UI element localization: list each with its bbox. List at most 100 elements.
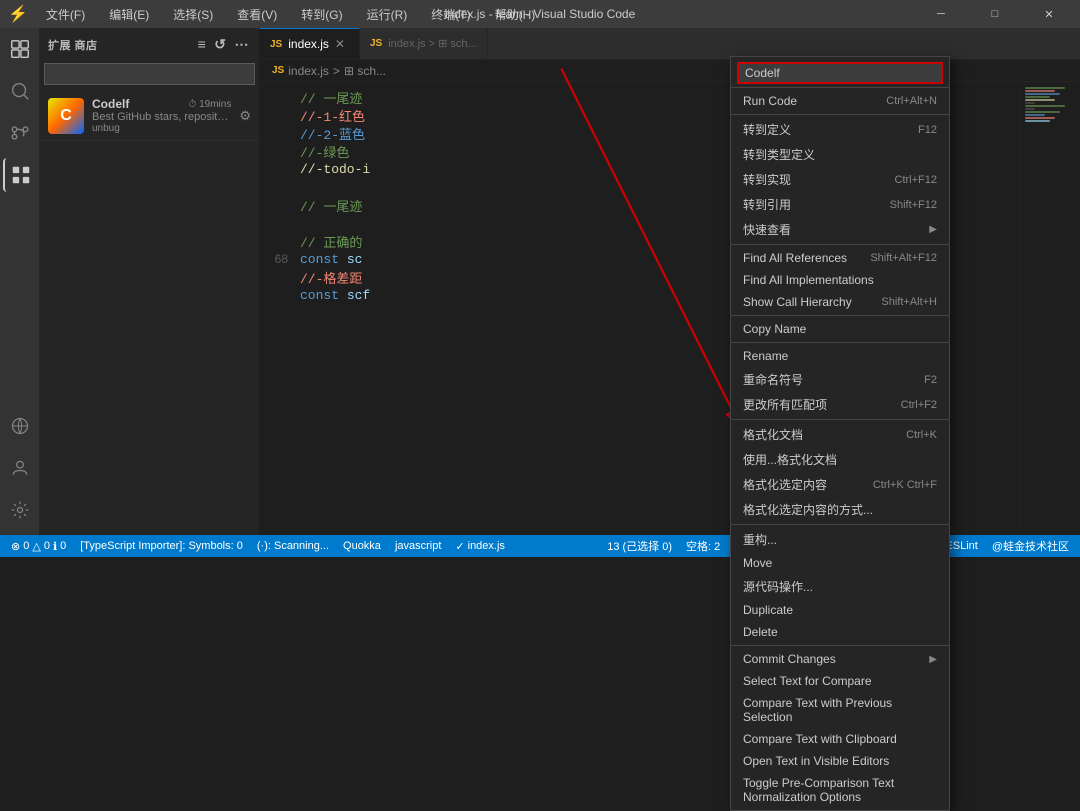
menu-item-move[interactable]: Move xyxy=(731,552,949,574)
activity-account-icon[interactable] xyxy=(3,451,37,485)
activity-settings-icon[interactable] xyxy=(3,493,37,527)
menu-item-goto-type[interactable]: 转到类型定义 xyxy=(731,142,949,167)
status-language[interactable]: javascript xyxy=(392,540,444,552)
activity-search-icon[interactable] xyxy=(3,74,37,108)
minimap-line xyxy=(1025,105,1065,107)
menu-item-format-doc[interactable]: 格式化文档 Ctrl+K xyxy=(731,422,949,447)
refresh-icon[interactable]: ↺ xyxy=(212,34,228,55)
menu-item-format-selection[interactable]: 格式化选定内容 Ctrl+K Ctrl+F xyxy=(731,472,949,497)
menu-item-goto-impl[interactable]: 转到实现 Ctrl+F12 xyxy=(731,167,949,192)
ts-importer-text: [TypeScript Importer]: Symbols: 0 xyxy=(80,540,243,552)
menu-item-compare-prev[interactable]: Compare Text with Previous Selection xyxy=(731,692,949,728)
tab-index-js[interactable]: JS index.js ✕ xyxy=(260,28,360,59)
menu-item-rename-symbol[interactable]: 重命名符号 F2 xyxy=(731,367,949,392)
menu-item-call-hierarchy[interactable]: Show Call Hierarchy Shift+Alt+H xyxy=(731,291,949,313)
minimap-line xyxy=(1025,93,1060,95)
menu-item-toggle-normalization[interactable]: Toggle Pre-Comparison Text Normalization… xyxy=(731,772,949,808)
line-col-text: 13 (己选择 0) xyxy=(607,538,672,554)
submenu-arrow-icon: ▶ xyxy=(929,224,937,235)
breadcrumb-js-icon: JS xyxy=(272,65,284,76)
sort-icon[interactable]: ≡ xyxy=(196,34,209,55)
context-search-input[interactable] xyxy=(745,66,935,80)
tab-bar: JS index.js ✕ JS index.js > ⊞ sch... xyxy=(260,28,1080,60)
menu-item-delete[interactable]: Delete xyxy=(731,621,949,643)
close-button[interactable]: ✕ xyxy=(1026,0,1072,28)
menu-item-label: Delete xyxy=(743,625,937,639)
menu-item-quick-view[interactable]: 快速查看 ▶ xyxy=(731,217,949,242)
menu-separator xyxy=(731,114,949,115)
code-area[interactable]: // 一尾迹 //-1-红色 //-2-蓝色 //-绿色 //-todo-i /… xyxy=(260,82,1080,535)
activity-explorer-icon[interactable] xyxy=(3,32,37,66)
status-ts-importer[interactable]: [TypeScript Importer]: Symbols: 0 xyxy=(77,540,246,552)
minimize-button[interactable]: ─ xyxy=(918,0,964,28)
status-scanning[interactable]: (·): Scanning... xyxy=(254,540,332,552)
status-quokka[interactable]: Quokka xyxy=(340,540,384,552)
menu-item-label: 快速查看 xyxy=(743,221,929,238)
minimap-line xyxy=(1025,87,1065,89)
tab-close-icon[interactable]: ✕ xyxy=(335,37,345,51)
menu-item-find-impls[interactable]: Find All Implementations xyxy=(731,269,949,291)
menu-shortcut: Ctrl+K xyxy=(906,429,937,441)
line-content: //-2-蓝色 xyxy=(300,124,365,143)
menu-item-duplicate[interactable]: Duplicate xyxy=(731,599,949,621)
menu-item-run-code[interactable]: Run Code Ctrl+Alt+N xyxy=(731,90,949,112)
menu-item-format-with[interactable]: 使用...格式化文档 xyxy=(731,447,949,472)
extension-item-codelf[interactable]: C Codelf ⏱ 19mins Best GitHub stars, rep… xyxy=(40,91,259,141)
sidebar-search-input[interactable]: Codelf xyxy=(53,67,246,81)
minimap-line xyxy=(1025,120,1050,122)
menu-item-goto-def[interactable]: 转到定义 F12 xyxy=(731,117,949,142)
menu-item-format-selection-with[interactable]: 格式化选定内容的方式... xyxy=(731,497,949,522)
extension-meta: unbug xyxy=(92,123,231,134)
extension-info: Codelf ⏱ 19mins Best GitHub stars, repos… xyxy=(92,97,231,134)
extension-timestamp: ⏱ 19mins xyxy=(189,99,232,110)
menu-item-copy-name[interactable]: Copy Name xyxy=(731,318,949,340)
menu-item-goto-ref[interactable]: 转到引用 Shift+F12 xyxy=(731,192,949,217)
tab2-label: index.js > ⊞ sch... xyxy=(388,37,476,50)
menu-item-label: 转到定义 xyxy=(743,121,918,138)
line-content: //-绿色 xyxy=(300,142,349,161)
menu-file[interactable]: 文件(F) xyxy=(40,3,91,25)
menu-item-source-actions[interactable]: 源代码操作... xyxy=(731,574,949,599)
menu-item-select-compare[interactable]: Select Text for Compare xyxy=(731,670,949,692)
menu-shortcut: F12 xyxy=(918,124,937,136)
extension-gear-icon[interactable]: ⚙ xyxy=(239,108,251,124)
sidebar-header-icons: ≡ ↺ ⋯ xyxy=(196,34,251,55)
menu-item-change-all[interactable]: 更改所有匹配项 Ctrl+F2 xyxy=(731,392,949,417)
menu-view[interactable]: 查看(V) xyxy=(231,3,283,25)
tab-breadcrumb[interactable]: JS index.js > ⊞ sch... xyxy=(360,28,488,59)
tab2-js-icon: JS xyxy=(370,38,382,49)
activity-extensions-icon[interactable] xyxy=(3,158,37,192)
activity-remote-icon[interactable] xyxy=(3,409,37,443)
menu-item-label: Rename xyxy=(743,349,937,363)
extension-icon: C xyxy=(48,98,84,134)
error-count: 0 xyxy=(23,540,29,552)
line-content: // 正确的 xyxy=(300,232,362,251)
more-icon[interactable]: ⋯ xyxy=(233,34,252,55)
info-icon: ℹ xyxy=(53,540,57,553)
menu-item-commit-changes[interactable]: Commit Changes ▶ xyxy=(731,648,949,670)
tab-js-icon: JS xyxy=(270,39,282,50)
quokka-text: Quokka xyxy=(343,540,381,552)
menu-item-open-visible[interactable]: Open Text in Visible Editors xyxy=(731,750,949,772)
status-spaces[interactable]: 空格: 2 xyxy=(683,538,723,554)
menu-edit[interactable]: 编辑(E) xyxy=(103,3,155,25)
menu-select[interactable]: 选择(S) xyxy=(167,3,219,25)
menu-shortcut: Shift+Alt+F12 xyxy=(870,252,937,264)
menu-run[interactable]: 运行(R) xyxy=(361,3,414,25)
editor-area: JS index.js ✕ JS index.js > ⊞ sch... JS … xyxy=(260,28,1080,535)
menu-item-find-refs[interactable]: Find All References Shift+Alt+F12 xyxy=(731,247,949,269)
status-errors[interactable]: ⊗ 0 △ 0 ℹ 0 xyxy=(8,540,69,553)
status-check-indexjs[interactable]: ✓ index.js xyxy=(452,540,508,553)
menu-item-refactor[interactable]: 重构... xyxy=(731,527,949,552)
activity-git-icon[interactable] xyxy=(3,116,37,150)
menu-goto[interactable]: 转到(G) xyxy=(295,3,348,25)
menu-item-label: Commit Changes xyxy=(743,652,929,666)
menu-separator xyxy=(731,342,949,343)
sidebar-title: 扩展 商店 xyxy=(48,37,98,53)
minimap-line xyxy=(1025,102,1035,104)
menu-item-rename[interactable]: Rename xyxy=(731,345,949,367)
status-line-col[interactable]: 13 (己选择 0) xyxy=(604,538,675,554)
maximize-button[interactable]: □ xyxy=(972,0,1018,28)
status-community[interactable]: @蛙金技术社区 xyxy=(989,538,1072,554)
menu-item-compare-clipboard[interactable]: Compare Text with Clipboard xyxy=(731,728,949,750)
